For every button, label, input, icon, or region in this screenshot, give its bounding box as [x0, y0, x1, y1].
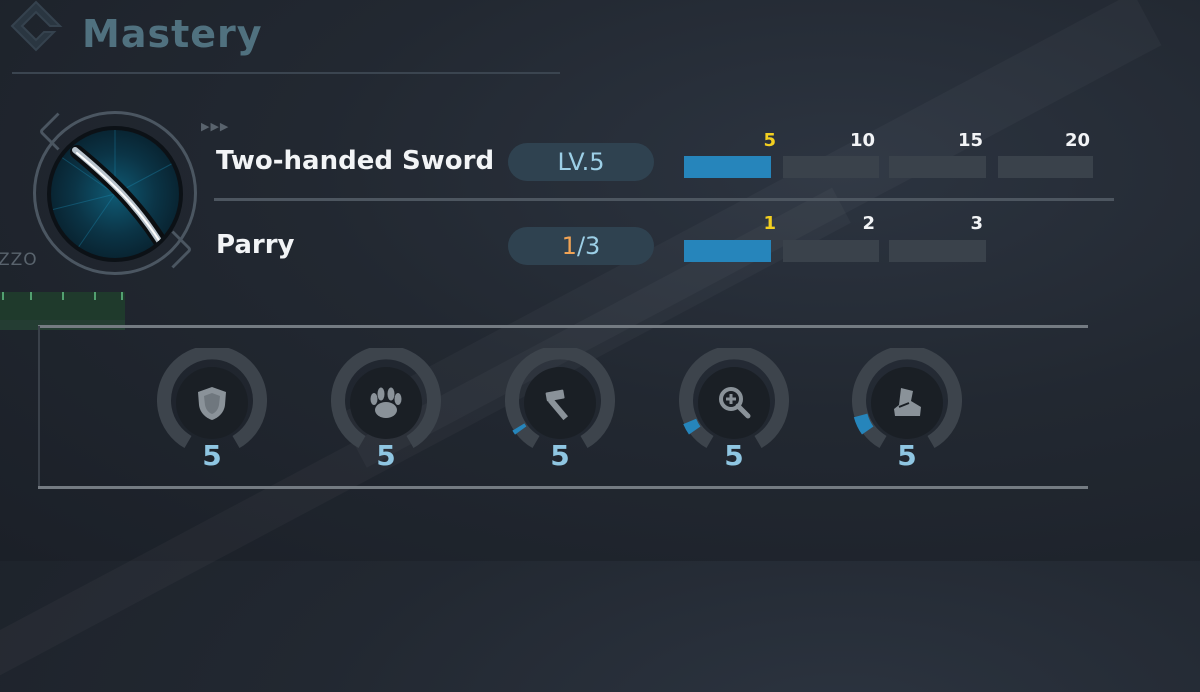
shield-icon — [176, 367, 248, 439]
parry-name: Parry — [216, 230, 295, 260]
weapon-milestone: 20 — [1064, 130, 1090, 151]
green-gauge — [0, 292, 125, 320]
side-label: ZZO — [0, 250, 38, 270]
panel-bottom-border — [38, 486, 1088, 489]
boot-icon — [871, 367, 943, 439]
weapon-progress-segment — [684, 156, 771, 178]
weapon-milestone: 10 — [849, 130, 875, 151]
attribute-value: 5 — [897, 439, 917, 472]
parry-count-badge: 1/3 — [508, 227, 654, 265]
panel-top-border — [38, 325, 1088, 328]
parry-progress-segment — [684, 240, 771, 262]
attribute-hammer[interactable]: 5 — [505, 348, 615, 472]
attribute-value: 5 — [724, 439, 744, 472]
page-title: Mastery — [82, 12, 263, 56]
claw-icon — [350, 367, 422, 439]
parry-progress-segment — [783, 240, 879, 262]
header: Mastery — [0, 0, 560, 75]
attribute-value: 5 — [202, 439, 222, 472]
magnify-plus-icon — [698, 367, 770, 439]
attribute-boot[interactable]: 5 — [852, 348, 962, 472]
attribute-magnify[interactable]: 5 — [679, 348, 789, 472]
two-handed-sword-icon — [51, 130, 179, 258]
attribute-shield[interactable]: 5 — [157, 348, 267, 472]
parry-total: /3 — [576, 232, 601, 260]
row-divider — [214, 198, 1114, 201]
attribute-value: 5 — [376, 439, 396, 472]
arrow-indicator-icon: ▶▶▶ — [201, 120, 230, 133]
hammer-icon — [524, 367, 596, 439]
weapon-milestone: 5 — [763, 130, 776, 151]
attribute-value: 5 — [550, 439, 570, 472]
parry-progress-segment — [889, 240, 986, 262]
panel-left-border — [38, 326, 40, 488]
weapon-progress-segment — [998, 156, 1093, 178]
title-divider — [12, 72, 560, 74]
weapon-progress-segment — [889, 156, 986, 178]
weapon-milestone: 15 — [957, 130, 983, 151]
parry-milestone: 3 — [970, 213, 983, 234]
weapon-progress-segment — [783, 156, 879, 178]
weapon-name: Two-handed Sword — [216, 146, 495, 176]
attribute-claw[interactable]: 5 — [331, 348, 441, 472]
mastery-logo-icon — [10, 0, 63, 52]
parry-milestone: 1 — [763, 213, 776, 234]
parry-milestone: 2 — [862, 213, 875, 234]
weapon-portrait[interactable] — [47, 126, 183, 262]
weapon-level-badge: LV.5 — [508, 143, 654, 181]
parry-current: 1 — [561, 232, 577, 260]
